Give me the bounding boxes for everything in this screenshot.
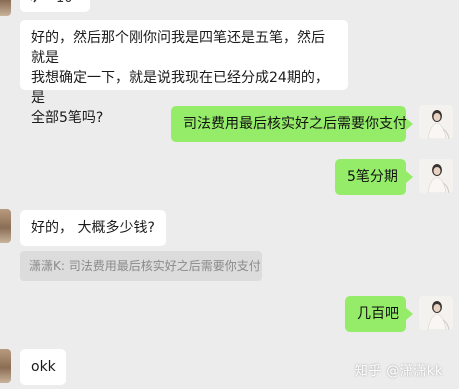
avatar-figure-icon (419, 296, 453, 330)
my-avatar[interactable] (419, 159, 453, 193)
incoming-message-4[interactable]: 好的， 大概多少钱? (20, 210, 166, 246)
message-text: okk (31, 359, 56, 375)
incoming-message-1[interactable]: 好的，然后那个刚你问我是四笔还是五笔，然后就是 我想确定一下，就是说我现在已经分… (20, 20, 348, 126)
outgoing-message-2[interactable]: 司法费用最后核实好之后需要你支付 (171, 106, 407, 142)
watermark: 知乎 @潇潇kk (354, 364, 443, 379)
message-text: 几百吧 (357, 306, 399, 322)
quoted-text: 潇潇K: 司法费用最后核实好之后需要你支付 (29, 259, 261, 273)
contact-avatar[interactable] (0, 349, 11, 383)
bubble-tail (406, 308, 413, 320)
avatar-figure-icon (419, 159, 453, 193)
message-text: 好的， 大概多少钱? (31, 220, 155, 236)
message-text-line: 好的，然后那个刚你问我是四笔还是五笔，然后就是 (31, 30, 325, 66)
voice-message-bubble[interactable]: 10 (20, 0, 90, 12)
voice-duration: 10 (56, 0, 73, 9)
incoming-message-6[interactable]: okk (20, 349, 66, 385)
message-text: 5笔分期 (347, 169, 398, 185)
contact-avatar[interactable] (0, 209, 11, 243)
bubble-tail (406, 171, 413, 183)
quoted-reply[interactable]: 潇潇K: 司法费用最后核实好之后需要你支付 (20, 251, 262, 281)
message-text: 司法费用最后核实好之后需要你支付 (183, 116, 407, 132)
my-avatar[interactable] (419, 296, 453, 330)
bubble-tail (406, 118, 413, 130)
outgoing-message-3[interactable]: 5笔分期 (335, 159, 406, 195)
my-avatar[interactable] (419, 105, 453, 139)
contact-avatar[interactable] (0, 0, 11, 16)
message-text-line: 我想确定一下，就是说我现在已经分成24期的，是 (31, 70, 329, 106)
voice-wave-icon (31, 0, 37, 3)
avatar-figure-icon (419, 105, 453, 139)
outgoing-message-5[interactable]: 几百吧 (345, 296, 406, 332)
